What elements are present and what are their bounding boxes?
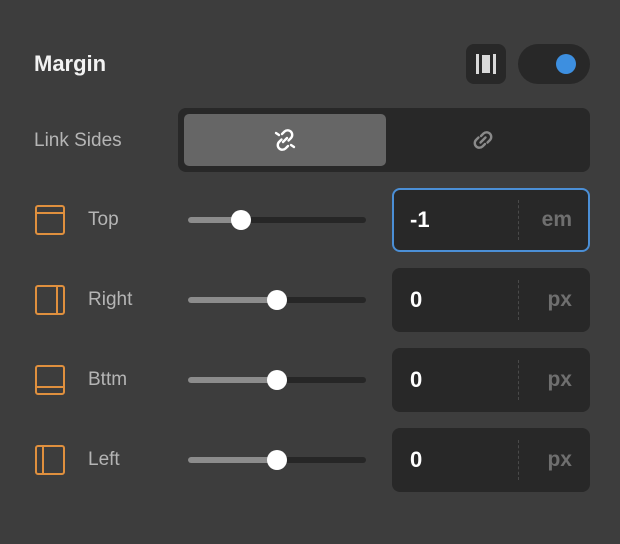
slider-fill [188,377,277,383]
slider-fill [188,297,277,303]
side-left-icon [35,445,65,475]
left-slider[interactable] [188,450,366,470]
unit-divider [518,360,519,400]
margin-row-bottom: Bttm 0 px [0,348,620,412]
unit-divider [518,280,519,320]
right-slider[interactable] [188,290,366,310]
right-value-input[interactable]: 0 px [392,268,590,332]
bottom-unit-selector[interactable]: px [547,367,572,393]
unlink-sides-option[interactable] [184,114,386,166]
right-value: 0 [410,287,423,312]
left-unit-selector[interactable]: px [547,447,572,473]
side-label-left: Left [88,449,120,470]
top-unit-selector[interactable]: em [542,207,572,233]
bottom-slider[interactable] [188,370,366,390]
margin-row-left: Left 0 px [0,428,620,492]
spacing-mode-button[interactable] [466,44,506,84]
unit-divider [518,440,519,480]
slider-thumb[interactable] [267,290,287,310]
link-sides-segmented-control [178,108,590,172]
side-label-bottom: Bttm [88,369,128,390]
right-unit-selector[interactable]: px [547,287,572,313]
side-right-icon [35,285,65,315]
margin-row-right: Right 0 px [0,268,620,332]
margin-enable-toggle[interactable] [518,44,590,84]
bottom-value-input[interactable]: 0 px [392,348,590,412]
top-value: -1 [410,207,430,232]
slider-thumb[interactable] [267,370,287,390]
unit-divider [518,200,519,240]
link-sides-label: Link Sides [34,130,122,151]
slider-thumb[interactable] [267,450,287,470]
top-slider[interactable] [188,210,366,230]
slider-fill [188,457,277,463]
margin-panel: Margin Link Sides Top -1 em Right 0 px B… [0,0,620,544]
vertical-spacing-icon [476,54,496,74]
section-title: Margin [34,51,107,76]
side-bottom-icon [35,365,65,395]
margin-row-top: Top -1 em [0,188,620,252]
side-label-right: Right [88,289,133,310]
side-top-icon [35,205,65,235]
link-sides-option[interactable] [382,114,584,166]
top-value-input[interactable]: -1 em [392,188,590,252]
toggle-knob [556,54,576,74]
slider-thumb[interactable] [231,210,252,230]
link-icon [473,131,493,149]
left-value: 0 [410,447,423,472]
side-label-top: Top [88,209,119,230]
left-value-input[interactable]: 0 px [392,428,590,492]
bottom-value: 0 [410,367,423,392]
unlink-icon [274,129,296,151]
